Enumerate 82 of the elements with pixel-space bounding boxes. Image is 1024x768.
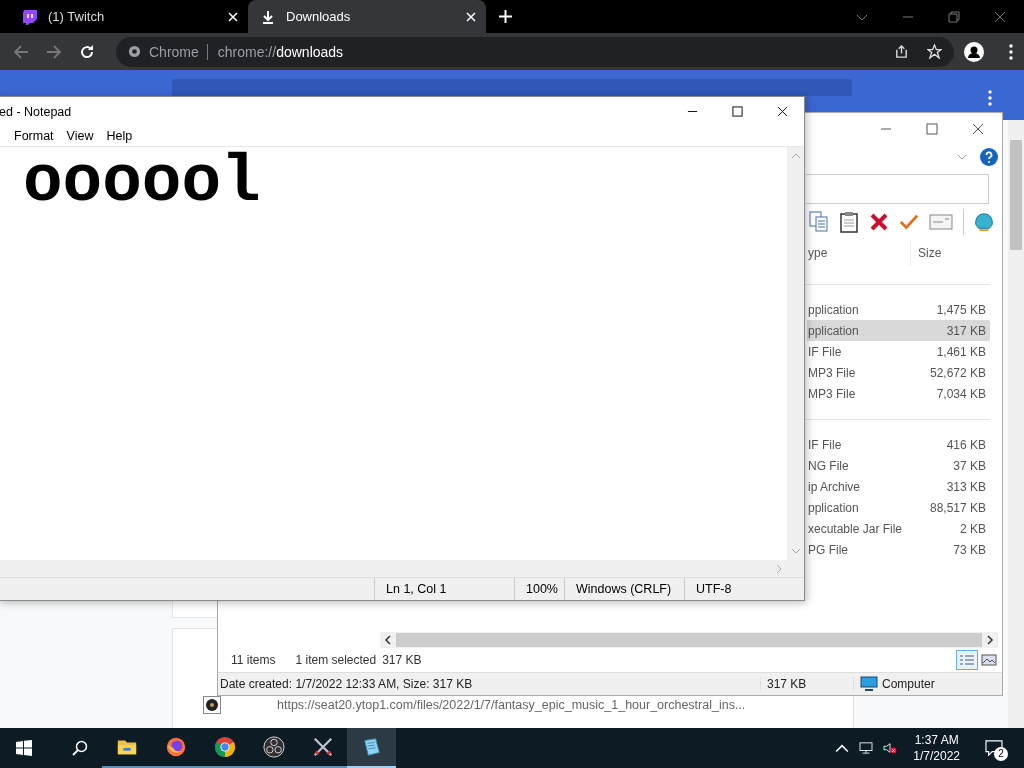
file-row[interactable]: MP3 File 52,672 KB	[807, 362, 990, 383]
menu-item[interactable]: Format	[14, 129, 54, 143]
chevron-up-icon[interactable]	[835, 742, 850, 754]
windows-icon[interactable]	[16, 740, 32, 756]
address-bar[interactable]: Chrome chrome://downloads	[116, 36, 954, 67]
search-icon[interactable]	[72, 740, 88, 756]
status-text: 100%	[514, 578, 564, 600]
tab-title: (1) Twitch	[48, 9, 106, 24]
file-details: Date created: 1/7/2022 12:33 AM, Size: 317 KB	[218, 677, 761, 691]
file-size: 317 KB	[761, 677, 854, 691]
address-field[interactable]	[806, 174, 989, 204]
clock-date[interactable]: 1/7/2022	[913, 748, 960, 764]
muted-speaker-icon[interactable]	[883, 742, 898, 754]
preview-view-icon	[981, 654, 997, 666]
horizontal-scrollbar[interactable]	[380, 632, 998, 648]
status-text: Ln 1, Col 1	[374, 578, 514, 600]
clipboard-icon[interactable]	[839, 211, 859, 233]
site-chip: Chrome	[149, 43, 208, 60]
status-text: Windows (CRLF)	[564, 578, 684, 600]
browser-tab[interactable]: (1) Twitch	[10, 0, 248, 33]
chat-bubble-icon	[22, 8, 38, 25]
window-title: ed - Notepad	[0, 104, 72, 119]
message-icon	[985, 740, 1003, 756]
menu-icon[interactable]	[988, 90, 992, 106]
column-header[interactable]: ype	[808, 240, 911, 266]
monitor-icon	[860, 676, 878, 692]
selection-size: 317 KB	[382, 653, 422, 667]
zone-label: Computer	[882, 677, 935, 691]
notification-button[interactable]: 2	[976, 728, 1012, 768]
file-row[interactable]: pplication 88,517 KB	[807, 497, 990, 518]
avatar-icon[interactable]	[964, 41, 984, 62]
maximize-icon[interactable]	[732, 106, 743, 117]
back-icon[interactable]	[13, 43, 29, 60]
horizontal-scrollbar[interactable]	[0, 560, 804, 577]
network-icon[interactable]	[859, 742, 874, 754]
help-icon[interactable]	[980, 147, 998, 166]
new-tab-icon[interactable]	[499, 10, 512, 23]
file-row[interactable]: xecutable Jar File 2 KB	[807, 518, 990, 539]
menu-item[interactable]: View	[66, 129, 94, 143]
maximize-icon[interactable]	[926, 122, 938, 135]
close-icon[interactable]	[972, 122, 984, 135]
file-row[interactable]: IF File 1,461 KB	[807, 341, 990, 362]
reload-icon[interactable]	[79, 43, 95, 60]
selection-count: 1 item selected	[295, 653, 377, 667]
browser-tab[interactable]: Downloads	[248, 0, 486, 33]
menu-item[interactable]: Help	[106, 129, 133, 143]
status-text: UTF-8	[684, 578, 804, 600]
details-view-icon	[959, 654, 975, 666]
url-text: chrome://downloads	[217, 43, 344, 60]
share-icon[interactable]	[894, 44, 909, 59]
clock-time[interactable]: 1:37 AM	[914, 732, 959, 748]
close-icon[interactable]	[777, 106, 788, 117]
delete-icon[interactable]	[869, 211, 889, 233]
file-row[interactable]: pplication 1,475 KB	[807, 299, 990, 320]
download-icon	[260, 8, 276, 25]
restore-icon[interactable]	[948, 10, 960, 23]
file-row[interactable]: PG File 73 KB	[807, 539, 990, 560]
three-circles-icon	[262, 736, 285, 758]
document-text: oooool	[23, 145, 261, 220]
wheel-logo-icon	[213, 736, 236, 758]
copy-icon[interactable]	[809, 211, 829, 233]
download-url[interactable]: https://seat20.ytop1.com/files/2022/1/7/fantasy_epic_music_1_hour_orchestral_ins...	[277, 698, 746, 712]
star-icon[interactable]	[927, 44, 942, 59]
text-area[interactable]: oooool	[0, 147, 787, 560]
file-row[interactable]: MP3 File 7,034 KB	[807, 383, 990, 404]
fox-logo-icon	[164, 736, 187, 758]
file-row[interactable]: ip Archive 313 KB	[807, 476, 990, 497]
scrollbar[interactable]	[1008, 120, 1024, 728]
globe-icon	[128, 45, 141, 58]
item-count: 11 items	[231, 653, 276, 667]
crossed-swords-icon	[311, 736, 334, 758]
scroll-right-icon[interactable]	[986, 635, 994, 645]
tab-title: Downloads	[286, 9, 352, 24]
file-row[interactable]: pplication 317 KB	[807, 320, 990, 341]
scroll-left-icon[interactable]	[384, 635, 392, 645]
file-row[interactable]: NG File 37 KB	[807, 455, 990, 476]
search-field[interactable]	[172, 79, 852, 96]
forward-icon[interactable]	[46, 43, 62, 60]
file-row[interactable]: IF File 416 KB	[807, 434, 990, 455]
menu-icon[interactable]	[1009, 43, 1013, 60]
column-header[interactable]: Size	[911, 246, 988, 260]
notepad-taskbar-button[interactable]	[347, 728, 396, 768]
